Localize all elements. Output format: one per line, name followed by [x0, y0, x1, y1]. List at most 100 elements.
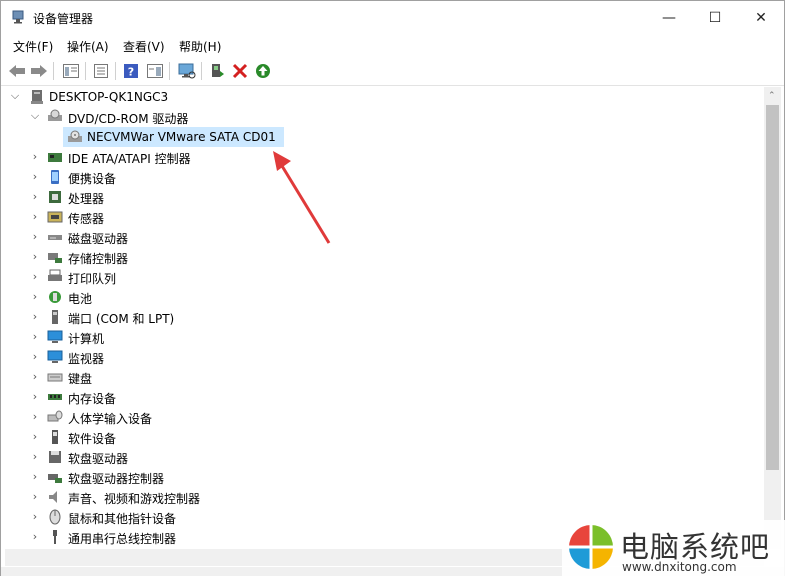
toolbar-separator — [201, 62, 202, 80]
tree-category-label: DVD/CD-ROM 驱动器 — [68, 112, 189, 126]
minimize-button[interactable]: — — [646, 1, 692, 35]
menu-bar: 文件(F) 操作(A) 查看(V) 帮助(H) — [1, 35, 784, 57]
scrollbar-thumb[interactable] — [766, 105, 779, 470]
toolbar-separator — [169, 62, 170, 80]
tree-category-label: 软盘驱动器控制器 — [68, 472, 165, 486]
chevron-right-icon[interactable]: › — [29, 170, 41, 183]
action-pane-button[interactable] — [145, 61, 165, 81]
delete-x-icon — [232, 63, 248, 79]
computer-icon — [31, 90, 43, 104]
title-bar: 设备管理器 — ☐ ✕ — [1, 1, 784, 35]
floppy-drive-icon — [49, 451, 61, 463]
hid-icon — [47, 410, 63, 422]
tree-category-row[interactable]: › 处理器 — [5, 187, 763, 207]
tree-category-row[interactable]: › 声音、视频和游戏控制器 — [5, 487, 763, 507]
menu-action[interactable]: 操作(A) — [67, 38, 109, 55]
scroll-up-arrow-icon[interactable]: ⌃ — [768, 91, 776, 101]
enable-device-button[interactable] — [253, 61, 273, 81]
tree-category-label: 电池 — [68, 292, 93, 306]
properties-button[interactable] — [91, 61, 111, 81]
chevron-right-icon[interactable]: › — [29, 270, 41, 283]
chevron-right-icon[interactable]: › — [29, 490, 41, 503]
forward-button[interactable] — [29, 61, 49, 81]
menu-help[interactable]: 帮助(H) — [179, 38, 221, 55]
tree-category-row[interactable]: › 软盘驱动器 — [5, 447, 763, 467]
portable-device-icon — [51, 170, 59, 184]
chevron-right-icon[interactable]: › — [29, 290, 41, 303]
tree-category-row[interactable]: › 传感器 — [5, 207, 763, 227]
chevron-right-icon[interactable]: › — [29, 250, 41, 263]
tree-category-row[interactable]: › 存储控制器 — [5, 247, 763, 267]
tree-category-row[interactable]: › IDE ATA/ATAPI 控制器 — [5, 147, 763, 167]
vertical-scrollbar[interactable]: ⌃ — [764, 87, 781, 549]
close-button[interactable]: ✕ — [738, 1, 784, 35]
computer-icon — [47, 330, 63, 343]
show-hide-tree-button[interactable] — [61, 61, 81, 81]
tree-category-row[interactable]: › 监视器 — [5, 347, 763, 367]
chevron-right-icon[interactable]: › — [29, 210, 41, 223]
tree-category-row[interactable]: › 便携设备 — [5, 167, 763, 187]
enable-arrow-icon — [256, 64, 270, 78]
tree-device-row[interactable]: NECVMWar VMware SATA CD01 — [5, 127, 763, 147]
back-button[interactable] — [7, 61, 27, 81]
chevron-right-icon[interactable]: › — [29, 510, 41, 523]
scan-hardware-button[interactable] — [177, 61, 197, 81]
properties-icon — [94, 64, 108, 78]
chevron-down-icon[interactable]: ⌵ — [9, 89, 21, 102]
update-driver-button[interactable] — [207, 61, 227, 81]
tree-category-label: 监视器 — [68, 352, 105, 366]
tree-category-row[interactable]: › 端口 (COM 和 LPT) — [5, 307, 763, 327]
tree-category-label: 通用串行总线控制器 — [68, 532, 177, 546]
forward-arrow-icon — [31, 65, 47, 77]
watermark: 电脑系统吧 www.dnxitong.com — [562, 520, 785, 576]
tree-category-row[interactable]: › 键盘 — [5, 367, 763, 387]
help-icon: ? — [124, 64, 138, 79]
maximize-button[interactable]: ☐ — [692, 1, 738, 35]
chevron-right-icon[interactable]: › — [29, 530, 41, 543]
device-manager-icon — [12, 10, 24, 24]
chevron-right-icon[interactable]: › — [29, 230, 41, 243]
back-arrow-icon — [9, 65, 25, 77]
update-driver-icon — [212, 64, 224, 77]
battery-icon — [49, 291, 61, 303]
chevron-right-icon[interactable]: › — [29, 390, 41, 403]
help-button[interactable]: ? — [121, 61, 141, 81]
toolbar-separator — [115, 62, 116, 80]
chevron-down-icon[interactable]: ⌵ — [29, 109, 41, 122]
chevron-right-icon[interactable]: › — [29, 190, 41, 203]
tree-root-label: DESKTOP-QK1NGC3 — [49, 90, 169, 104]
uninstall-device-button[interactable] — [230, 61, 250, 81]
menu-file[interactable]: 文件(F) — [13, 38, 53, 55]
tree-category-row[interactable]: › 计算机 — [5, 327, 763, 347]
usb-icon — [53, 530, 57, 544]
tree-category-row[interactable]: › 打印队列 — [5, 267, 763, 287]
chevron-right-icon[interactable]: › — [29, 430, 41, 443]
tree-category-label: 存储控制器 — [68, 252, 129, 266]
keyboard-icon — [47, 373, 63, 382]
chevron-right-icon[interactable]: › — [29, 310, 41, 323]
tree-category-label: 磁盘驱动器 — [68, 232, 129, 246]
tree-category-row[interactable]: › 软盘驱动器控制器 — [5, 467, 763, 487]
tree-category-row[interactable]: › 内存设备 — [5, 387, 763, 407]
tree-category-label: 键盘 — [68, 372, 93, 386]
tree-category-row[interactable]: › 人体学输入设备 — [5, 407, 763, 427]
chevron-right-icon[interactable]: › — [29, 350, 41, 363]
chevron-right-icon[interactable]: › — [29, 150, 41, 163]
tree-category-label: 处理器 — [68, 192, 105, 206]
svg-text:?: ? — [128, 66, 134, 79]
disk-drive-icon — [48, 235, 62, 240]
tree-category-row[interactable]: ⌵ DVD/CD-ROM 驱动器 — [5, 107, 763, 127]
tree-root-row[interactable]: ⌵ DESKTOP-QK1NGC3 — [5, 87, 763, 107]
tree-category-row[interactable]: › 软件设备 — [5, 427, 763, 447]
chevron-right-icon[interactable]: › — [29, 370, 41, 383]
chevron-right-icon[interactable]: › — [29, 410, 41, 423]
chevron-right-icon[interactable]: › — [29, 450, 41, 463]
tree-category-row[interactable]: › 电池 — [5, 287, 763, 307]
tree-category-label: 声音、视频和游戏控制器 — [68, 492, 201, 506]
printer-icon — [48, 269, 62, 281]
menu-view[interactable]: 查看(V) — [123, 38, 165, 55]
chevron-right-icon[interactable]: › — [29, 470, 41, 483]
tree-category-row[interactable]: › 磁盘驱动器 — [5, 227, 763, 247]
sound-icon — [49, 491, 57, 503]
chevron-right-icon[interactable]: › — [29, 330, 41, 343]
